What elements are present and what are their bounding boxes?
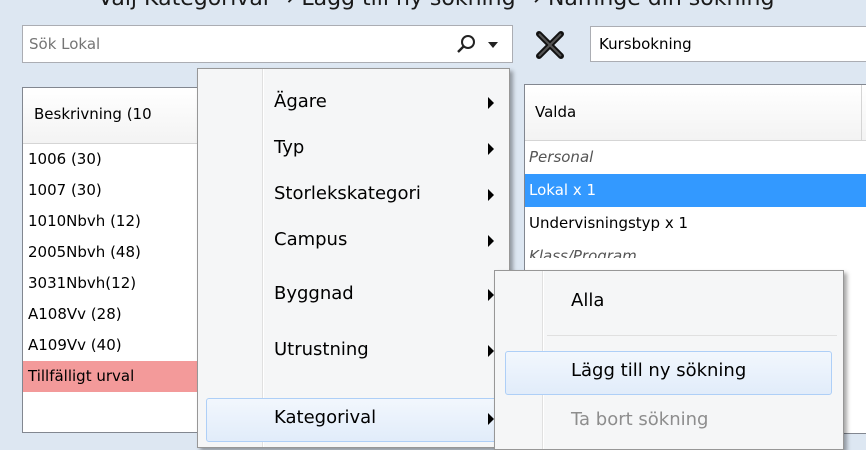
list-item[interactable]: 1010Nbvh (12) (23, 206, 211, 237)
menu-item-utrustning[interactable]: Utrustning (198, 328, 509, 374)
menu-item-typ[interactable]: Typ (198, 126, 509, 172)
submenu-item-label: Ta bort sökning (571, 409, 709, 430)
menu-item-label: Kategorival (274, 407, 377, 428)
category-value: Kursbokning (599, 35, 692, 53)
selected-header[interactable]: Valda (525, 85, 866, 141)
menu-item-label: Storlekskategori (274, 183, 421, 204)
list-item[interactable]: 1007 (30) (23, 175, 211, 206)
submenu-arrow-icon (488, 97, 494, 109)
submenu-arrow-icon (488, 189, 494, 201)
list-item[interactable]: A109Vv (40) (23, 330, 211, 361)
search-input[interactable] (29, 32, 409, 56)
submenu-kategorival: Alla Lägg till ny sökning Ta bort söknin… (494, 270, 844, 450)
context-menu: Ägare Typ Storlekskategori Campus Byggna… (197, 68, 510, 448)
selected-item-klass-program[interactable]: Klass/Program (525, 240, 866, 258)
selected-item-lokal[interactable]: Lokal x 1 (525, 174, 866, 207)
menu-item-kategorival[interactable]: Kategorival (198, 396, 509, 442)
menu-item-label: Campus (274, 229, 348, 250)
submenu-arrow-icon (488, 143, 494, 155)
category-select[interactable]: Kursbokning (590, 26, 866, 62)
menu-item-label: Ägare (274, 91, 327, 112)
selected-item-undervisningstyp[interactable]: Undervisningstyp x 1 (525, 207, 866, 240)
submenu-item-alla[interactable]: Alla (495, 277, 843, 327)
clear-icon[interactable] (533, 30, 567, 60)
chevron-down-icon[interactable] (488, 42, 498, 48)
submenu-item-add-search[interactable]: Lägg till ny sökning (495, 347, 843, 397)
column-divider[interactable] (861, 85, 862, 140)
result-list[interactable]: Beskrivning (10 1006 (30) 1007 (30) 1010… (22, 87, 212, 433)
menu-item-label: Byggnad (274, 283, 354, 304)
list-item[interactable]: 1006 (30) (23, 144, 211, 175)
column-header-valda: Valda (535, 103, 577, 121)
list-item[interactable]: A108Vv (28) (23, 299, 211, 330)
menu-item-label: Typ (274, 137, 305, 158)
search-box[interactable] (22, 25, 513, 63)
instruction-caption: Välj Kategorival → Lägg till ny sökning … (98, 0, 866, 10)
submenu-item-label: Alla (571, 290, 605, 311)
menu-item-agare[interactable]: Ägare (198, 80, 509, 126)
selected-item-personal[interactable]: Personal (525, 141, 866, 174)
menu-item-campus[interactable]: Campus (198, 218, 509, 264)
menu-separator (547, 335, 837, 336)
menu-item-label: Utrustning (274, 339, 369, 360)
menu-item-storlekskategori[interactable]: Storlekskategori (198, 172, 509, 218)
submenu-item-remove-search: Ta bort sökning (495, 396, 843, 446)
column-header-beskrivning: Beskrivning (10 (34, 105, 152, 123)
list-item-temporary-selection[interactable]: Tillfälligt urval (23, 361, 211, 392)
menu-item-byggnad[interactable]: Byggnad (198, 272, 509, 318)
list-header[interactable]: Beskrivning (10 (23, 88, 211, 144)
submenu-arrow-icon (488, 235, 494, 247)
list-item[interactable]: 3031Nbvh(12) (23, 268, 211, 299)
submenu-item-label: Lägg till ny sökning (571, 360, 747, 381)
list-item[interactable]: 2005Nbvh (48) (23, 237, 211, 268)
search-icon[interactable] (455, 34, 477, 56)
